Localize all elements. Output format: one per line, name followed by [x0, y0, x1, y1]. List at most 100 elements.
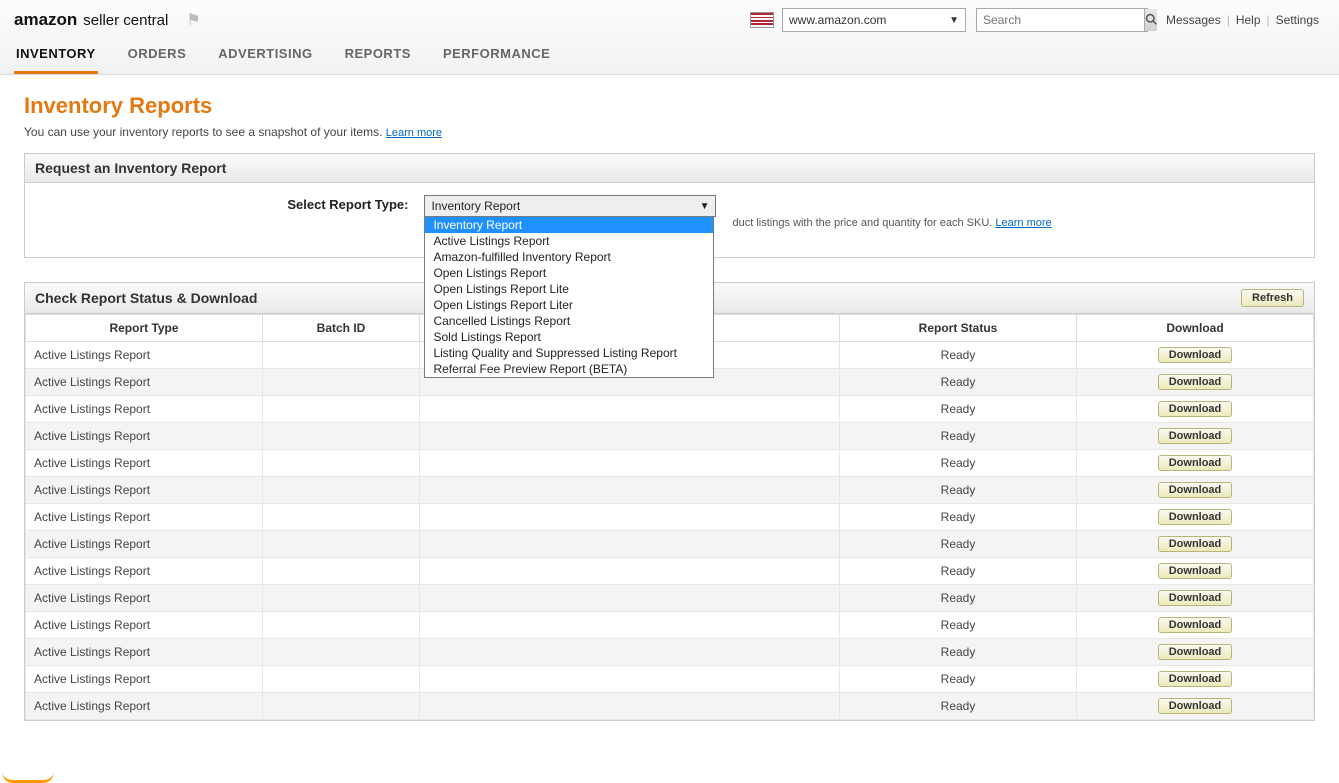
col-status: Report Status	[840, 315, 1077, 342]
main-nav: INVENTORY ORDERS ADVERTISING REPORTS PER…	[14, 36, 1325, 74]
cell-batch-id	[263, 477, 420, 504]
download-button[interactable]: Download	[1158, 644, 1233, 660]
tab-advertising[interactable]: ADVERTISING	[216, 46, 314, 74]
cell-date	[420, 612, 840, 639]
report-type-option[interactable]: Open Listings Report Lite	[425, 281, 713, 297]
marketplace-value: www.amazon.com	[789, 13, 886, 27]
search-wrap	[976, 8, 1148, 32]
help-link[interactable]: Help	[1230, 13, 1267, 27]
table-row: Active Listings ReportReadyDownload	[26, 396, 1314, 423]
cell-download: Download	[1077, 477, 1314, 504]
cell-report-type: Active Listings Report	[26, 531, 263, 558]
report-type-option[interactable]: Amazon-fulfilled Inventory Report	[425, 249, 713, 265]
cell-status: Ready	[840, 477, 1077, 504]
download-button[interactable]: Download	[1158, 374, 1233, 390]
cell-batch-id	[263, 693, 420, 720]
cell-batch-id	[263, 666, 420, 693]
cell-download: Download	[1077, 666, 1314, 693]
cell-batch-id	[263, 504, 420, 531]
learn-more-link[interactable]: Learn more	[386, 127, 442, 139]
request-panel: Request an Inventory Report Select Repor…	[24, 153, 1315, 258]
table-row: Active Listings ReportReadyDownload	[26, 585, 1314, 612]
tab-orders[interactable]: ORDERS	[126, 46, 189, 74]
cell-batch-id	[263, 585, 420, 612]
report-type-option[interactable]: Inventory Report	[425, 217, 713, 233]
col-report-type: Report Type	[26, 315, 263, 342]
download-button[interactable]: Download	[1158, 428, 1233, 444]
table-row: Active Listings ReportReadyDownload	[26, 450, 1314, 477]
download-button[interactable]: Download	[1158, 698, 1233, 714]
cell-report-type: Active Listings Report	[26, 396, 263, 423]
table-row: Active Listings ReportReadyDownload	[26, 666, 1314, 693]
cell-download: Download	[1077, 423, 1314, 450]
col-batch-id: Batch ID	[263, 315, 420, 342]
cell-date	[420, 450, 840, 477]
download-button[interactable]: Download	[1158, 671, 1233, 687]
cell-report-type: Active Listings Report	[26, 612, 263, 639]
col-download: Download	[1077, 315, 1314, 342]
cell-batch-id	[263, 531, 420, 558]
page-title: Inventory Reports	[24, 93, 1315, 119]
cell-batch-id	[263, 450, 420, 477]
report-type-value: Inventory Report	[431, 199, 520, 213]
cell-report-type: Active Listings Report	[26, 342, 263, 369]
report-type-option[interactable]: Active Listings Report	[425, 233, 713, 249]
tab-performance[interactable]: PERFORMANCE	[441, 46, 552, 74]
cell-status: Ready	[840, 585, 1077, 612]
download-button[interactable]: Download	[1158, 536, 1233, 552]
tab-inventory[interactable]: INVENTORY	[14, 46, 98, 74]
cell-download: Download	[1077, 342, 1314, 369]
table-row: Active Listings Report Ready Download	[26, 477, 1314, 504]
report-type-option[interactable]: Open Listings Report	[425, 265, 713, 281]
cell-batch-id	[263, 342, 420, 369]
cell-report-type: Active Listings Report	[26, 423, 263, 450]
marketplace-selector[interactable]: www.amazon.com ▼	[782, 8, 966, 32]
report-type-help: duct listings with the price and quantit…	[732, 195, 1051, 229]
cell-batch-id	[263, 558, 420, 585]
download-button[interactable]: Download	[1158, 509, 1233, 525]
report-type-option[interactable]: Listing Quality and Suppressed Listing R…	[425, 345, 713, 361]
cell-report-type: Active Listings Report	[26, 639, 263, 666]
cell-download: Download	[1077, 639, 1314, 666]
download-button[interactable]: Download	[1158, 401, 1233, 417]
download-button[interactable]: Download	[1158, 455, 1233, 471]
download-button[interactable]: Download	[1158, 590, 1233, 606]
download-button[interactable]: Download	[1158, 617, 1233, 633]
report-type-option[interactable]: Sold Listings Report	[425, 329, 713, 345]
search-input[interactable]	[977, 13, 1144, 27]
cell-batch-id	[263, 612, 420, 639]
report-type-option[interactable]: Referral Fee Preview Report (BETA)	[425, 361, 713, 377]
cell-date	[420, 504, 840, 531]
logo[interactable]: amazon seller central	[14, 10, 168, 30]
report-type-option[interactable]: Cancelled Listings Report	[425, 313, 713, 329]
help-learn-more-link[interactable]: Learn more	[995, 217, 1051, 229]
download-button[interactable]: Download	[1158, 347, 1233, 363]
search-button[interactable]	[1144, 9, 1157, 31]
download-button[interactable]: Download	[1158, 563, 1233, 579]
table-row: Active Listings ReportReadyDownload	[26, 693, 1314, 720]
cell-status: Ready	[840, 639, 1077, 666]
cell-date	[420, 423, 840, 450]
cell-download: Download	[1077, 504, 1314, 531]
cell-download: Download	[1077, 396, 1314, 423]
report-type-select[interactable]: Inventory Report ▼ Inventory ReportActiv…	[424, 195, 716, 217]
table-row: Active Listings Report Ready Download	[26, 639, 1314, 666]
cell-date	[420, 477, 840, 504]
request-panel-header: Request an Inventory Report	[25, 154, 1314, 183]
cell-download: Download	[1077, 693, 1314, 720]
cell-status: Ready	[840, 450, 1077, 477]
cell-download: Download	[1077, 450, 1314, 477]
cell-date	[420, 639, 840, 666]
cell-report-type: Active Listings Report	[26, 693, 263, 720]
refresh-button[interactable]: Refresh	[1241, 289, 1304, 307]
cell-report-type: Active Listings Report	[26, 477, 263, 504]
download-button[interactable]: Download	[1158, 482, 1233, 498]
cell-date	[420, 396, 840, 423]
settings-link[interactable]: Settings	[1270, 13, 1325, 27]
cell-date	[420, 666, 840, 693]
report-type-option[interactable]: Open Listings Report Liter	[425, 297, 713, 313]
cell-batch-id	[263, 369, 420, 396]
cell-download: Download	[1077, 585, 1314, 612]
tab-reports[interactable]: REPORTS	[343, 46, 413, 74]
messages-link[interactable]: Messages	[1160, 13, 1227, 27]
